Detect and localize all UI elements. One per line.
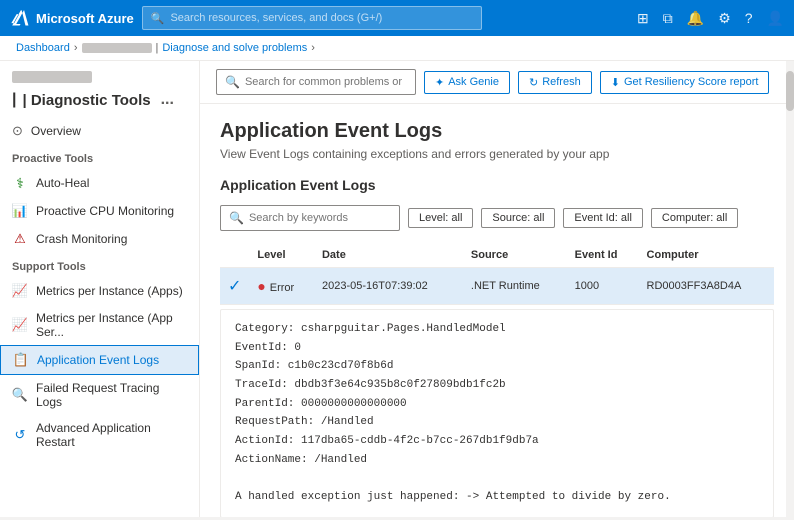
- resiliency-button[interactable]: ⬇ Get Resiliency Score report: [600, 71, 770, 94]
- filter-event-id[interactable]: Event Id: all: [563, 208, 642, 228]
- table-header-row: Level Date Source Event Id Computer: [220, 243, 774, 268]
- col-source[interactable]: Source: [463, 243, 567, 268]
- filter-source[interactable]: Source: all: [481, 208, 555, 228]
- content-body: Application Event Logs View Event Logs c…: [200, 104, 794, 517]
- row-check-icon: ✓: [228, 278, 241, 295]
- bell-nav-icon[interactable]: 🔔: [687, 10, 704, 27]
- genie-icon: ✦: [435, 76, 444, 89]
- user-nav-icon[interactable]: 👤: [767, 10, 784, 27]
- top-navigation: Microsoft Azure 🔍 Search resources, serv…: [0, 0, 794, 36]
- breadcrumb: Dashboard › | Diagnose and solve problem…: [0, 36, 794, 61]
- content-toolbar: 🔍 ✦ Ask Genie ↻ Refresh ⬇ Get Resiliency…: [200, 61, 794, 104]
- sidebar-item-advanced-restart[interactable]: ↺ Advanced Application Restart: [0, 415, 199, 455]
- settings-nav-icon[interactable]: ⚙: [718, 10, 731, 27]
- detail-line-3: SpanId: c1b0c23cd70f8b6d: [235, 357, 759, 376]
- diagnostic-tools-title: | | Diagnostic Tools ...: [0, 87, 199, 117]
- detail-line-4: TraceId: dbdb3f3e64c935b8c0f27809bdb1fc2…: [235, 376, 759, 395]
- filter-search-box[interactable]: 🔍: [220, 205, 400, 231]
- row-event-id-cell: 1000: [567, 268, 639, 305]
- refresh-button[interactable]: ↻ Refresh: [518, 71, 592, 94]
- overview-icon: ⊙: [12, 123, 23, 139]
- row-computer-cell: RD0003FF3A8D4A: [639, 268, 774, 305]
- toolbar-search-box[interactable]: 🔍: [216, 69, 416, 95]
- ask-genie-button[interactable]: ✦ Ask Genie: [424, 71, 510, 94]
- col-event-id[interactable]: Event Id: [567, 243, 639, 268]
- help-nav-icon[interactable]: ?: [745, 10, 753, 26]
- content-scrollbar[interactable]: [786, 61, 794, 517]
- detail-line-7: ActionId: 117dba65-cddb-4f2c-b7cc-267db1…: [235, 432, 759, 451]
- sidebar-item-metrics-apps[interactable]: 📈 Metrics per Instance (Apps): [0, 277, 199, 305]
- breadcrumb-sep-1: ›: [74, 42, 78, 54]
- detail-line-2: EventId: 0: [235, 339, 759, 358]
- chart-apps-icon: 📈: [12, 283, 28, 299]
- row-date-cell: 2023-05-16T07:39:02: [314, 268, 463, 305]
- cpu-icon: 📊: [12, 203, 28, 219]
- filter-search-input[interactable]: [249, 212, 379, 224]
- restart-icon: ↺: [12, 427, 28, 443]
- filter-level[interactable]: Level: all: [408, 208, 473, 228]
- global-search-bar[interactable]: 🔍 Search resources, services, and docs (…: [142, 6, 482, 30]
- sidebar-item-overview[interactable]: ⊙ Overview: [0, 117, 199, 145]
- breadcrumb-resource-blurred: [82, 43, 152, 53]
- title-ellipsis[interactable]: ...: [161, 91, 174, 109]
- sidebar-item-proactive-cpu[interactable]: 📊 Proactive CPU Monitoring: [0, 197, 199, 225]
- detail-line-5: ParentId: 0000000000000000: [235, 395, 759, 414]
- breadcrumb-sep-3: ›: [311, 42, 315, 54]
- sidebar-proactive-section: Proactive Tools: [0, 145, 199, 169]
- detail-line-spacer: [235, 470, 759, 489]
- main-layout: | | Diagnostic Tools ... ⊙ Overview Proa…: [0, 61, 794, 517]
- download-icon: ⬇: [611, 76, 620, 89]
- filter-bar: 🔍 Level: all Source: all Event Id: all C…: [220, 205, 774, 231]
- heal-icon: ⚕: [12, 175, 28, 191]
- sidebar-resource-blurred: [12, 71, 92, 83]
- req-icon: 🔍: [12, 387, 28, 403]
- sidebar-item-crash-monitoring[interactable]: ⚠ Crash Monitoring: [0, 225, 199, 253]
- content-area: 🔍 ✦ Ask Genie ↻ Refresh ⬇ Get Resiliency…: [200, 61, 794, 517]
- log-table: Level Date Source Event Id Computer ✓ ●: [220, 243, 774, 305]
- sidebar-support-section: Support Tools: [0, 253, 199, 277]
- row-level-cell: ● Error: [249, 268, 314, 305]
- toolbar-search-icon: 🔍: [225, 75, 240, 89]
- content-scrollbar-thumb: [786, 71, 794, 111]
- page-title: Application Event Logs: [220, 120, 774, 143]
- section-heading: Application Event Logs: [220, 177, 774, 193]
- detail-line-1: Category: csharpguitar.Pages.HandledMode…: [235, 320, 759, 339]
- row-source-cell: .NET Runtime: [463, 268, 567, 305]
- log-detail-panel: Category: csharpguitar.Pages.HandledMode…: [220, 309, 774, 517]
- detail-line-9: A handled exception just happened: -> At…: [235, 488, 759, 507]
- col-date[interactable]: Date: [314, 243, 463, 268]
- sidebar-item-metrics-appser[interactable]: 📈 Metrics per Instance (App Ser...: [0, 305, 199, 345]
- azure-brand: Microsoft Azure: [10, 8, 134, 28]
- log-icon: 📋: [13, 352, 29, 368]
- nav-icon-group: ⊞ ⧉ 🔔 ⚙ ? 👤: [637, 10, 784, 27]
- detail-line-8: ActionName: /Handled: [235, 451, 759, 470]
- sidebar: | | Diagnostic Tools ... ⊙ Overview Proa…: [0, 61, 200, 517]
- copy-nav-icon[interactable]: ⧉: [663, 10, 673, 27]
- chart-appser-icon: 📈: [12, 317, 28, 333]
- row-check-cell: ✓: [220, 268, 249, 305]
- sidebar-item-auto-heal[interactable]: ⚕ Auto-Heal: [0, 169, 199, 197]
- sidebar-item-failed-request[interactable]: 🔍 Failed Request Tracing Logs: [0, 375, 199, 415]
- col-level[interactable]: Level: [249, 243, 314, 268]
- breadcrumb-dashboard[interactable]: Dashboard: [16, 42, 70, 54]
- detail-line-6: RequestPath: /Handled: [235, 413, 759, 432]
- sidebar-resource-header: [0, 61, 199, 87]
- col-computer[interactable]: Computer: [639, 243, 774, 268]
- breadcrumb-sep-2: |: [156, 42, 159, 54]
- error-level-icon: ●: [257, 278, 269, 294]
- grid-nav-icon[interactable]: ⊞: [637, 10, 649, 27]
- filter-computer[interactable]: Computer: all: [651, 208, 738, 228]
- crash-icon: ⚠: [12, 231, 28, 247]
- col-check: [220, 243, 249, 268]
- azure-logo-icon: [10, 8, 30, 28]
- toolbar-search-input[interactable]: [245, 76, 405, 88]
- page-subtitle: View Event Logs containing exceptions an…: [220, 147, 774, 161]
- refresh-icon: ↻: [529, 76, 538, 89]
- filter-search-icon: 🔍: [229, 211, 244, 225]
- table-row[interactable]: ✓ ● Error 2023-05-16T07:39:02 .NET Runti…: [220, 268, 774, 305]
- breadcrumb-diagnose[interactable]: Diagnose and solve problems: [162, 42, 307, 54]
- sidebar-item-application-event-logs[interactable]: 📋 Application Event Logs: [0, 345, 199, 375]
